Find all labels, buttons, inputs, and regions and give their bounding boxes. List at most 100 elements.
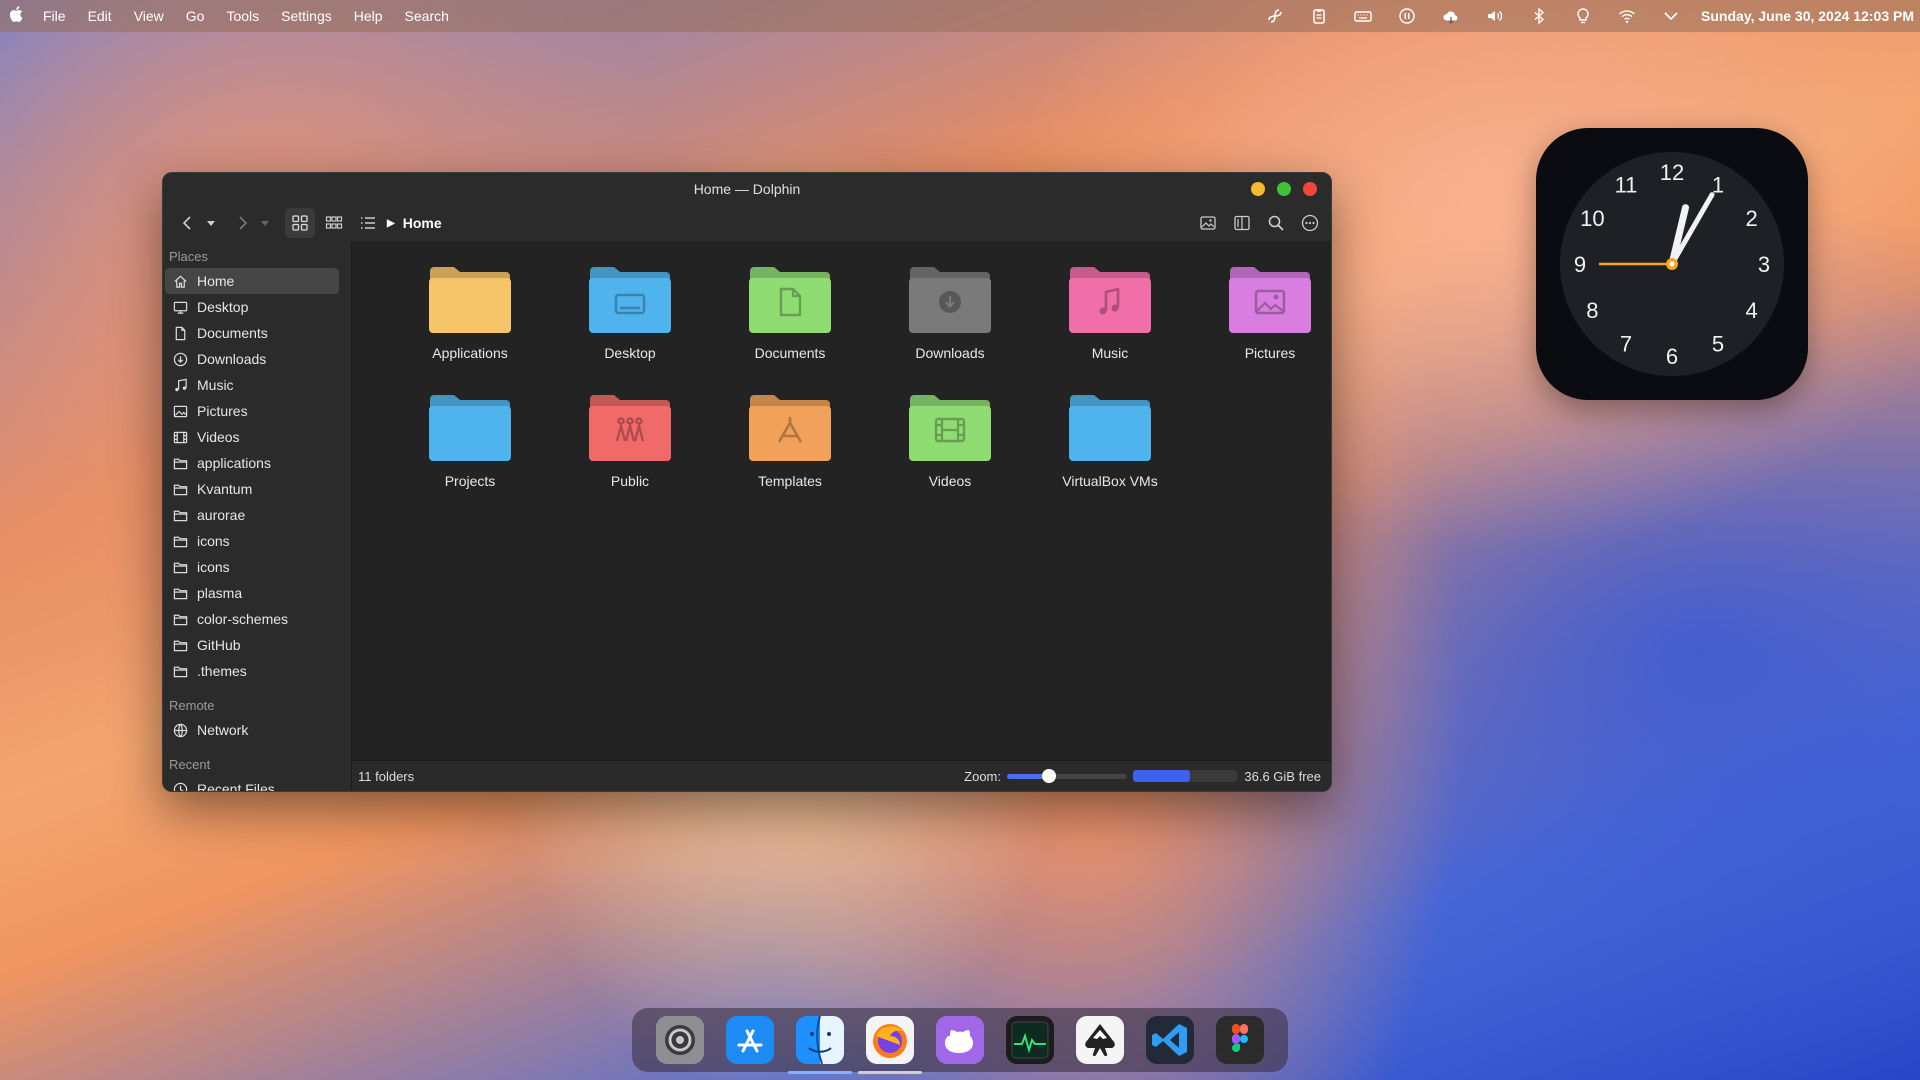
sidebar-item-applications[interactable]: applications (165, 450, 339, 476)
download-icon (173, 352, 197, 367)
sidebar-item-recent-files[interactable]: Recent Files (165, 776, 339, 791)
sidebar-item-color-schemes[interactable]: color-schemes (165, 606, 339, 632)
back-history-dropdown[interactable] (203, 208, 219, 238)
sidebar-item-label: Downloads (197, 351, 267, 367)
folder-virtualbox-vms[interactable]: VirtualBox VMs (1030, 389, 1190, 517)
search-button[interactable] (1261, 208, 1291, 238)
folder-projects[interactable]: Projects (390, 389, 550, 517)
clipboard-icon[interactable] (1304, 0, 1334, 32)
sidebar-item-network[interactable]: Network (165, 717, 339, 743)
sidebar-item-home[interactable]: Home (165, 268, 339, 294)
menu-view[interactable]: View (134, 8, 164, 24)
folder-icon (749, 395, 831, 461)
sidebar-item-documents[interactable]: Documents (165, 320, 339, 346)
sidebar-item-icons[interactable]: icons (165, 554, 339, 580)
folder-downloads[interactable]: Downloads (870, 261, 1030, 389)
clock-text[interactable]: Sunday, June 30, 2024 12:03 PM (1701, 8, 1914, 24)
sidebar-item-icons[interactable]: icons (165, 528, 339, 554)
folder-icon (749, 267, 831, 333)
breadcrumb-home[interactable]: Home (403, 215, 442, 231)
github-icon[interactable] (936, 1016, 984, 1064)
wifi-icon[interactable] (1612, 0, 1642, 32)
sidebar-item-plasma[interactable]: plasma (165, 580, 339, 606)
zoom-control: Zoom: (964, 761, 1237, 791)
sidebar-item-music[interactable]: Music (165, 372, 339, 398)
fan-icon[interactable] (1260, 0, 1290, 32)
folder-documents[interactable]: Documents (710, 261, 870, 389)
folder-label: VirtualBox VMs (1062, 473, 1158, 489)
sidebar-item-aurorae[interactable]: aurorae (165, 502, 339, 528)
pause-icon[interactable] (1392, 0, 1422, 32)
bluetooth-icon[interactable] (1524, 0, 1554, 32)
details-view-button[interactable] (353, 208, 383, 238)
zoom-slider[interactable] (1007, 768, 1127, 783)
close-button[interactable] (1303, 182, 1317, 196)
title-bar[interactable]: Home — Dolphin (163, 173, 1331, 205)
folder-label: Projects (444, 473, 496, 489)
sidebar-item-desktop[interactable]: Desktop (165, 294, 339, 320)
menu-edit[interactable]: Edit (88, 8, 112, 24)
zoom-slider-handle[interactable] (1042, 768, 1056, 783)
firefox-icon[interactable] (858, 1016, 922, 1074)
finder-icon[interactable] (788, 1016, 852, 1074)
vscode-icon[interactable] (1146, 1016, 1194, 1064)
minimize-button[interactable] (1251, 182, 1265, 196)
sidebar-item-pictures[interactable]: Pictures (165, 398, 339, 424)
maximize-button[interactable] (1277, 182, 1291, 196)
window-title: Home — Dolphin (693, 181, 801, 197)
breadcrumb[interactable]: ▶ Home (387, 215, 442, 231)
file-view[interactable]: Applications Desktop Documents Downloads… (352, 241, 1331, 791)
folder-label: Applications (432, 345, 508, 361)
volume-icon[interactable] (1480, 0, 1510, 32)
forward-button[interactable] (227, 208, 257, 238)
split-view-button[interactable] (1227, 208, 1257, 238)
app-store-icon[interactable] (726, 1016, 774, 1064)
forward-history-dropdown[interactable] (257, 208, 273, 238)
folder-icon (173, 508, 197, 523)
compact-view-button[interactable] (319, 208, 349, 238)
menu-go[interactable]: Go (186, 8, 205, 24)
sidebar-item-videos[interactable]: Videos (165, 424, 339, 450)
icons-view-button[interactable] (285, 208, 315, 238)
folder-music[interactable]: Music (1030, 261, 1190, 389)
menu-tools[interactable]: Tools (226, 8, 259, 24)
clock-number: 2 (1746, 206, 1758, 231)
sidebar-item-label: Desktop (197, 299, 249, 315)
more-options-button[interactable] (1295, 208, 1325, 238)
back-button[interactable] (173, 208, 203, 238)
folder-icon (1069, 395, 1151, 461)
sidebar-item-downloads[interactable]: Downloads (165, 346, 339, 372)
clock-number: 9 (1574, 252, 1586, 277)
folder-videos[interactable]: Videos (870, 389, 1030, 517)
inkscape-icon[interactable] (1076, 1016, 1124, 1064)
folder-pictures[interactable]: Pictures (1190, 261, 1331, 389)
sidebar-item-github[interactable]: GitHub (165, 632, 339, 658)
chevron-down-icon[interactable] (1656, 0, 1686, 32)
menu-help[interactable]: Help (354, 8, 383, 24)
folder-label: Templates (758, 473, 822, 489)
menu-file[interactable]: File (43, 8, 66, 24)
clock-widget[interactable]: 12 1 2 3 4 5 6 7 8 9 10 11 (1536, 128, 1808, 400)
keyboard-icon[interactable] (1348, 0, 1378, 32)
cloud-icon[interactable] (1436, 0, 1466, 32)
folder-grid: Applications Desktop Documents Downloads… (390, 261, 1331, 517)
folder-public[interactable]: Public (550, 389, 710, 517)
sidebar-item-themes[interactable]: .themes (165, 658, 339, 684)
apple-menu-icon[interactable] (0, 6, 32, 26)
folder-applications[interactable]: Applications (390, 261, 550, 389)
sidebar-item-label: aurorae (197, 507, 246, 523)
sidebar-item-kvantum[interactable]: Kvantum (165, 476, 339, 502)
folder-desktop[interactable]: Desktop (550, 261, 710, 389)
sidebar-item-label: Documents (197, 325, 268, 341)
lightbulb-icon[interactable] (1568, 0, 1598, 32)
menu-settings[interactable]: Settings (281, 8, 332, 24)
preview-toggle-button[interactable] (1193, 208, 1223, 238)
activity-monitor-icon[interactable] (1006, 1016, 1054, 1064)
sidebar-item-label: plasma (197, 585, 243, 601)
remote-section-title: Remote (169, 698, 215, 713)
figma-icon[interactable] (1216, 1016, 1264, 1064)
folder-templates[interactable]: Templates (710, 389, 870, 517)
settings-app-icon[interactable] (656, 1016, 704, 1064)
menu-search[interactable]: Search (405, 8, 449, 24)
folder-icon (173, 482, 197, 497)
